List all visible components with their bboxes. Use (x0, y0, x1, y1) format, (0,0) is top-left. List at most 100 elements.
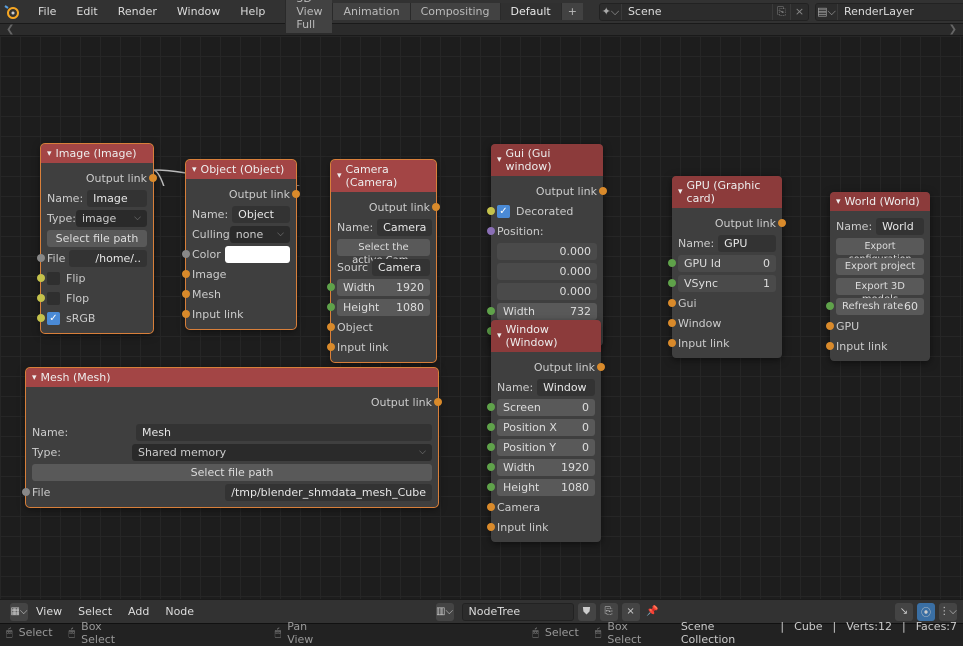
name-input[interactable]: World (876, 218, 924, 235)
scene-name: Scene (622, 5, 772, 18)
workspace-tab-compositing[interactable]: Compositing (410, 3, 500, 20)
status-bar: 🖱Select 🖱Box Select 🖱Pan View 🖱Select 🖱B… (0, 623, 963, 641)
menu-window[interactable]: Window (167, 3, 230, 20)
posx-stepper[interactable]: Position X0 (497, 419, 595, 436)
scene-remove-icon[interactable]: × (790, 4, 808, 20)
name-input[interactable]: Window (537, 379, 595, 396)
pos1[interactable]: 0.000 (497, 263, 597, 280)
scene-icon: ✦⌵ (600, 4, 622, 20)
chevron-right-icon[interactable]: ❯ (949, 24, 957, 35)
scene-add-icon[interactable]: ⎘ (772, 4, 790, 20)
name-input[interactable]: Mesh (136, 424, 432, 441)
export-config-button[interactable]: Export configuration (836, 238, 924, 255)
screen-stepper[interactable]: Screen0 (497, 399, 595, 416)
mouse-icon: 🖱 (69, 626, 76, 640)
name-input[interactable]: GPU (718, 235, 776, 252)
name-input[interactable]: Object (232, 206, 290, 223)
name-input[interactable]: Camera (377, 219, 432, 236)
menu-help[interactable]: Help (230, 3, 275, 20)
workspace-tab-add[interactable]: + (561, 3, 583, 20)
node-header[interactable]: ▾World (World) (830, 192, 930, 211)
file-input[interactable]: /tmp/blender_shmdata_mesh_Cube (225, 484, 432, 501)
srgb-checkbox[interactable] (47, 312, 60, 325)
name-input[interactable]: Image (87, 190, 147, 207)
refresh-stepper[interactable]: Refresh rate60 (836, 298, 924, 315)
type-select[interactable]: Shared memory (132, 444, 432, 461)
width-stepper[interactable]: Width732 (497, 303, 597, 320)
footer-node[interactable]: Node (157, 603, 202, 620)
culling-select[interactable]: none (230, 226, 290, 243)
node-header[interactable]: ▾Window (Window) (491, 320, 601, 352)
type-select[interactable]: image (76, 210, 147, 227)
width-stepper[interactable]: Width1920 (497, 459, 595, 476)
snap-icon[interactable]: ⦿ (917, 603, 935, 621)
node-header[interactable]: ▾GPU (Graphic card) (672, 176, 782, 208)
file-input[interactable]: /home/.. (69, 250, 147, 267)
height-stepper[interactable]: Height1080 (337, 299, 430, 316)
menu-render[interactable]: Render (108, 3, 167, 20)
node-mesh[interactable]: ▾Mesh (Mesh) Output link Name:Mesh Type:… (26, 368, 438, 507)
flop-checkbox[interactable] (47, 292, 60, 305)
height-stepper[interactable]: Height1080 (497, 479, 595, 496)
node-header[interactable]: ▾Gui (Gui window) (491, 144, 603, 176)
export-3d-button[interactable]: Export 3D models (836, 278, 924, 295)
vsync-stepper[interactable]: VSync1 (678, 275, 776, 292)
close-icon[interactable]: × (622, 603, 640, 621)
renderlayer-selector[interactable]: ▤⌵ RenderLayer ⎘ × (815, 3, 963, 21)
color-swatch[interactable] (225, 246, 290, 263)
pos0[interactable]: 0.000 (497, 243, 597, 260)
select-path-button[interactable]: Select file path (47, 230, 147, 247)
source-input[interactable]: Camera (372, 259, 430, 276)
flip-checkbox[interactable] (47, 272, 60, 285)
footer-view[interactable]: View (28, 603, 70, 620)
decorated-checkbox[interactable] (497, 205, 510, 218)
workspace-tab-default[interactable]: Default (500, 3, 561, 20)
node-camera[interactable]: ▾Camera (Camera) Output link Name:Camera… (331, 160, 436, 362)
node-gpu[interactable]: ▾GPU (Graphic card) Output link Name:GPU… (672, 176, 782, 358)
sub-header: ❮ ❯ (0, 24, 963, 36)
nodetree-field[interactable]: NodeTree (462, 603, 574, 621)
renderlayer-icon: ▤⌵ (816, 4, 838, 20)
node-header[interactable]: ▾Image (Image) (41, 144, 153, 163)
mouse-icon: 🖱 (6, 626, 13, 640)
export-project-button[interactable]: Export project (836, 258, 924, 275)
mouse-icon: 🖱 (275, 626, 282, 640)
node-header[interactable]: ▾Object (Object) (186, 160, 296, 179)
node-object[interactable]: ▾Object (Object) Output link Name:Object… (186, 160, 296, 329)
renderlayer-name: RenderLayer (838, 5, 963, 18)
copy-icon[interactable]: ⎘ (600, 603, 618, 621)
select-camera-button[interactable]: Select the active Cam.. (337, 239, 430, 256)
workspace-tab-3dview[interactable]: 3D View Full (285, 0, 332, 33)
workspace-tab-animation[interactable]: Animation (332, 3, 409, 20)
footer-add[interactable]: Add (120, 603, 157, 620)
pos2[interactable]: 0.000 (497, 283, 597, 300)
menu-bar: File Edit Render Window Help 3D View Ful… (0, 0, 963, 24)
menu-edit[interactable]: Edit (66, 3, 107, 20)
tree-type-icon[interactable]: ▥⌵ (436, 603, 454, 621)
width-stepper[interactable]: Width1920 (337, 279, 430, 296)
node-window[interactable]: ▾Window (Window) Output link Name:Window… (491, 320, 601, 542)
gpuid-stepper[interactable]: GPU Id0 (678, 255, 776, 272)
posy-stepper[interactable]: Position Y0 (497, 439, 595, 456)
node-canvas[interactable]: ▾Image (Image) Output link Name:Image Ty… (0, 36, 963, 599)
more-icon[interactable]: ⋮⌵ (939, 603, 957, 621)
node-image[interactable]: ▾Image (Image) Output link Name:Image Ty… (41, 144, 153, 333)
chevron-left-icon[interactable]: ❮ (6, 24, 14, 35)
scene-selector[interactable]: ✦⌵ Scene ⎘ × (599, 3, 809, 21)
app-logo-icon (4, 3, 20, 21)
select-path-button[interactable]: Select file path (32, 464, 432, 481)
footer-select[interactable]: Select (70, 603, 120, 620)
pin-icon[interactable]: 📌 (644, 603, 662, 621)
menu-file[interactable]: File (28, 3, 66, 20)
node-header[interactable]: ▾Camera (Camera) (331, 160, 436, 192)
shield-icon[interactable]: ⛊ (578, 603, 596, 621)
mouse-icon: 🖱 (532, 626, 539, 640)
arrow-icon[interactable]: ↘ (895, 603, 913, 621)
scene-stats: Scene Collection| Cube| Verts:12| Faces:… (681, 620, 957, 646)
out-label: Output link (86, 172, 147, 185)
node-header[interactable]: ▾Mesh (Mesh) (26, 368, 438, 387)
node-world[interactable]: ▾World (World) Name:World Export configu… (830, 192, 930, 361)
node-gui[interactable]: ▾Gui (Gui window) Output link Decorated … (491, 144, 603, 346)
editor-type-icon[interactable]: ▦⌵ (10, 603, 28, 621)
mouse-icon: 🖱 (595, 626, 602, 640)
